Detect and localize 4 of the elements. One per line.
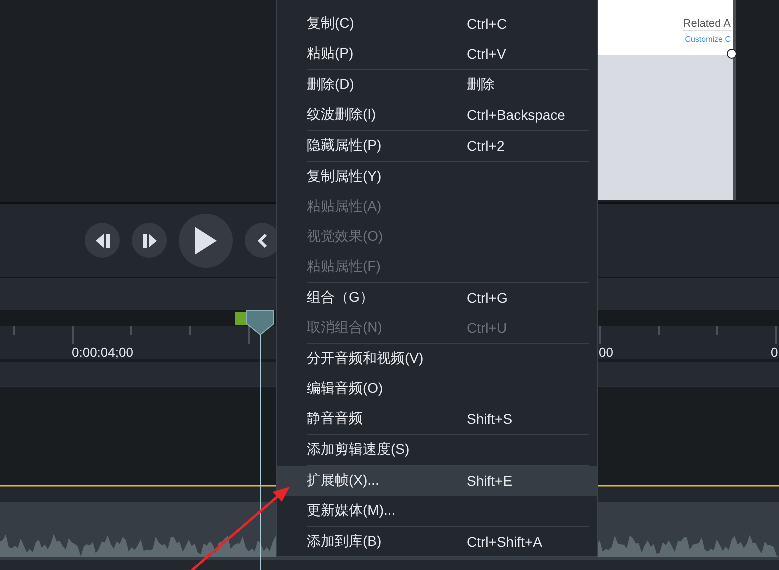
time-label: 00 xyxy=(599,345,614,360)
time-label: 0:00:04;00 xyxy=(72,345,134,360)
page-heading: Related A xyxy=(683,18,731,31)
time-label: 0 xyxy=(771,345,778,360)
